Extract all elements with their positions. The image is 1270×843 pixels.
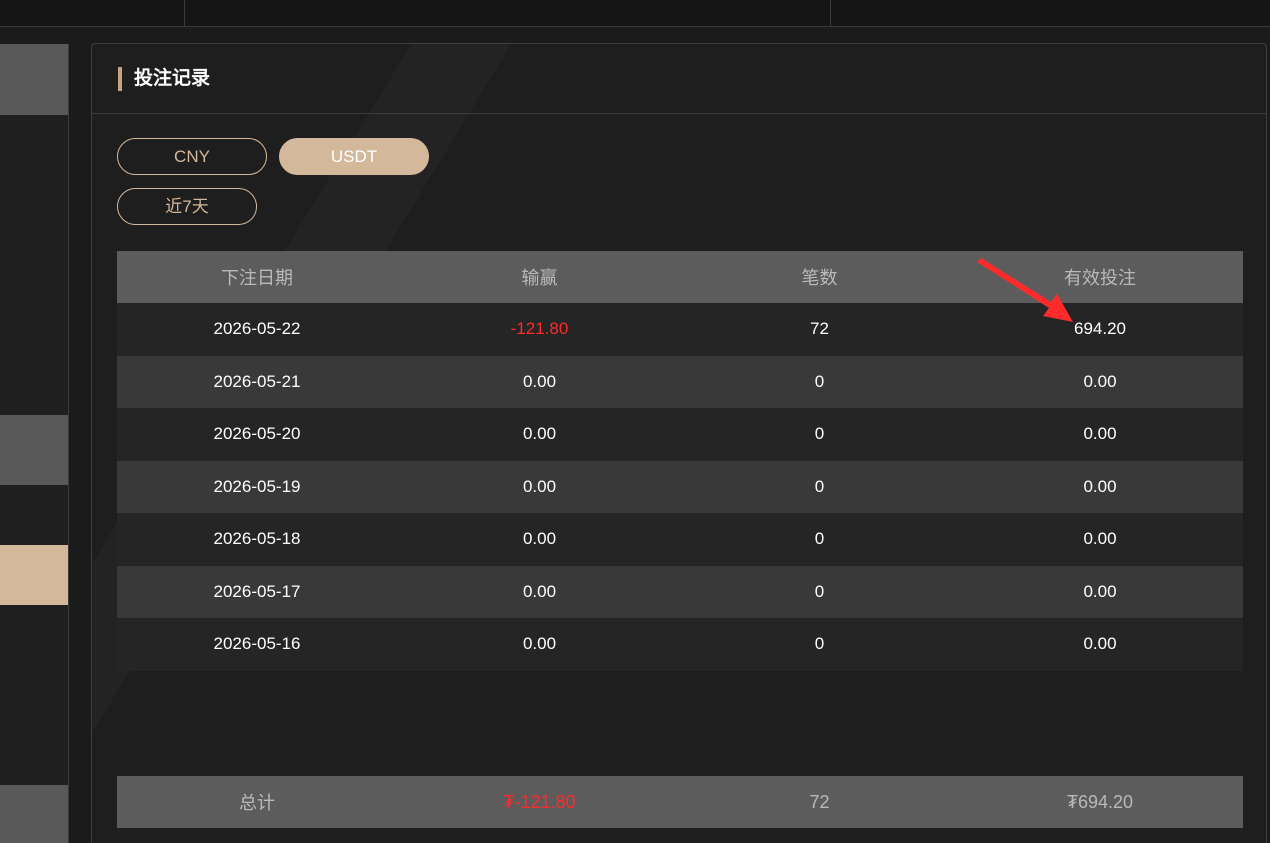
- row-win-loss: 0.00: [522, 634, 557, 654]
- period-filter-7days[interactable]: 近7天: [117, 188, 257, 225]
- row-count: 72: [810, 319, 829, 339]
- row-win-loss: -121.80: [510, 319, 569, 339]
- top-bar-divider: [830, 0, 831, 27]
- total-valid-bet: ₮694.20: [1066, 791, 1134, 812]
- total-label: 总计: [239, 793, 275, 813]
- row-valid-bet: 0.00: [1083, 634, 1117, 654]
- row-date: 2026-05-17: [213, 581, 301, 601]
- table-row: 2026-05-21 0.00 0 0.00: [117, 355, 1243, 408]
- title-accent-bar: [118, 67, 122, 91]
- header-date: 下注日期: [221, 268, 293, 288]
- table-row: 2026-05-19 0.00 0 0.00: [117, 460, 1243, 513]
- table-row: 2026-05-17 0.00 0 0.00: [117, 565, 1243, 618]
- row-count: 0: [814, 476, 825, 496]
- header-win-loss: 输赢: [521, 268, 558, 288]
- row-valid-bet: 0.00: [1083, 529, 1117, 549]
- table-total-row: 总计 ₮-121.80 72 ₮694.20: [117, 776, 1243, 828]
- row-count: 0: [814, 634, 825, 654]
- sidebar-item[interactable]: [0, 785, 68, 843]
- row-count: 0: [814, 529, 825, 549]
- sidebar-item[interactable]: [0, 44, 68, 115]
- row-win-loss: 0.00: [522, 476, 557, 496]
- row-count: 0: [814, 581, 825, 601]
- total-count: 72: [809, 791, 830, 812]
- row-valid-bet: 0.00: [1083, 371, 1117, 391]
- row-valid-bet: 0.00: [1083, 581, 1117, 601]
- table-row: 2026-05-20 0.00 0 0.00: [117, 408, 1243, 461]
- row-date: 2026-05-20: [213, 424, 301, 444]
- sidebar-item[interactable]: [0, 415, 68, 485]
- row-date: 2026-05-18: [213, 529, 301, 549]
- page-title: 投注记录: [134, 68, 211, 89]
- row-win-loss: 0.00: [522, 371, 557, 391]
- sidebar: [0, 44, 69, 843]
- panel-header: 投注记录: [92, 44, 1266, 114]
- tab-usdt[interactable]: USDT: [279, 138, 429, 175]
- top-bar-divider: [184, 0, 185, 27]
- row-date: 2026-05-22: [213, 319, 301, 339]
- top-bar: [0, 0, 1270, 27]
- table-row: 2026-05-18 0.00 0 0.00: [117, 513, 1243, 566]
- bet-records-panel: 投注记录 CNY USDT 近7天 下注日期 输赢 笔数 有效投注 2026-0…: [91, 43, 1267, 843]
- row-valid-bet: 0.00: [1083, 424, 1117, 444]
- row-count: 0: [814, 371, 825, 391]
- row-count: 0: [814, 424, 825, 444]
- tab-cny[interactable]: CNY: [117, 138, 267, 175]
- sidebar-item-active[interactable]: [0, 545, 68, 605]
- row-win-loss: 0.00: [522, 581, 557, 601]
- annotation-arrow-icon: [977, 258, 1073, 322]
- row-date: 2026-05-21: [213, 371, 301, 391]
- total-win-loss: ₮-121.80: [503, 791, 576, 812]
- row-valid-bet: 0.00: [1083, 476, 1117, 496]
- row-win-loss: 0.00: [522, 529, 557, 549]
- row-date: 2026-05-16: [213, 634, 301, 654]
- row-win-loss: 0.00: [522, 424, 557, 444]
- table-row: 2026-05-16 0.00 0 0.00: [117, 618, 1243, 671]
- header-count: 笔数: [801, 268, 838, 288]
- row-date: 2026-05-19: [213, 476, 301, 496]
